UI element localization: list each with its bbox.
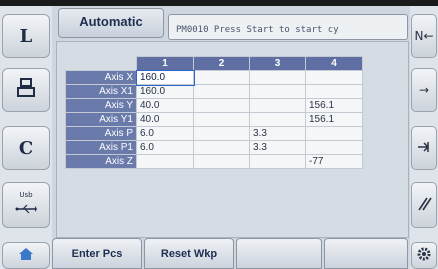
cell-axis-p1-1[interactable]: 6.0 xyxy=(136,140,194,155)
cell-axis-z-1[interactable] xyxy=(136,154,194,169)
cell-axis-x1-4[interactable] xyxy=(305,84,363,99)
axis-table: 1 2 3 4 Axis X 160.0 Axis X1 160.0 Axis … xyxy=(65,56,363,169)
cell-axis-p-1[interactable]: 6.0 xyxy=(136,126,194,141)
gear-icon xyxy=(416,246,432,265)
column-header-1: 1 xyxy=(136,56,194,71)
column-header-2: 2 xyxy=(193,56,250,71)
stripes-button[interactable] xyxy=(411,182,437,228)
workpiece-button[interactable] xyxy=(2,68,50,112)
cell-axis-x-4[interactable] xyxy=(305,70,363,85)
cell-axis-z-3[interactable] xyxy=(249,154,306,169)
softkey-3-button[interactable] xyxy=(236,238,322,269)
cell-axis-x-3[interactable] xyxy=(249,70,306,85)
arrow-branch-icon xyxy=(416,139,432,158)
cell-axis-x1-1[interactable]: 160.0 xyxy=(136,84,194,99)
cell-axis-p1-4[interactable] xyxy=(305,140,363,155)
home-button[interactable] xyxy=(2,242,50,269)
cell-axis-y1-1[interactable]: 40.0 xyxy=(136,112,194,127)
right-toolbar: N← → xyxy=(410,6,438,269)
enter-pcs-button[interactable]: Enter Pcs xyxy=(52,238,142,269)
cell-axis-p1-3[interactable]: 3.3 xyxy=(249,140,306,155)
cell-axis-x-1[interactable]: 160.0 xyxy=(135,69,195,86)
cell-axis-y1-2[interactable] xyxy=(193,112,250,127)
cell-axis-p-4[interactable] xyxy=(305,126,363,141)
n-arrow-label: N← xyxy=(414,29,434,43)
usb-button[interactable]: Usb xyxy=(2,182,50,228)
right-arrow-button[interactable]: → xyxy=(411,68,437,112)
right-arrow-label: → xyxy=(418,83,430,97)
cell-axis-z-4[interactable]: -77 xyxy=(305,154,363,169)
n-arrow-button[interactable]: N← xyxy=(411,14,437,58)
cell-axis-x-2[interactable] xyxy=(193,70,250,85)
mode-indicator: Automatic xyxy=(58,8,164,38)
cell-axis-x1-2[interactable] xyxy=(193,84,250,99)
cell-axis-x1-3[interactable] xyxy=(249,84,306,99)
column-header-3: 3 xyxy=(249,56,306,71)
left-toolbar: L C Usb xyxy=(0,6,52,269)
softkey-4-button[interactable] xyxy=(324,238,408,269)
table-row: Axis X1 160.0 xyxy=(65,84,363,99)
table-row: Axis X 160.0 xyxy=(65,69,363,86)
l-button[interactable]: L xyxy=(2,14,50,58)
row-label-axis-p1: Axis P1 xyxy=(65,140,137,155)
top-bezel xyxy=(0,0,438,6)
cell-axis-p1-2[interactable] xyxy=(193,140,250,155)
table-row: Axis P1 6.0 3.3 xyxy=(65,140,363,155)
hmi-screen: L C Usb Automatic PM0010 Press Start to … xyxy=(0,0,438,269)
cell-axis-y1-4[interactable]: 156.1 xyxy=(305,112,363,127)
cell-axis-p-2[interactable] xyxy=(193,126,250,141)
row-label-axis-y: Axis Y xyxy=(65,98,137,113)
cell-axis-y-4[interactable]: 156.1 xyxy=(305,98,363,113)
l-label: L xyxy=(19,25,33,47)
message-line: PM0010 Press Start to start cy xyxy=(168,14,408,40)
table-row: Axis P 6.0 3.3 xyxy=(65,126,363,141)
table-header-row: 1 2 3 4 xyxy=(66,56,363,71)
home-icon xyxy=(18,245,34,266)
mode-label: Automatic xyxy=(79,14,143,29)
row-label-axis-x: Axis X xyxy=(65,70,137,85)
usb-icon xyxy=(15,199,37,220)
cell-axis-y-2[interactable] xyxy=(193,98,250,113)
c-button[interactable]: C xyxy=(2,126,50,170)
table-row: Axis Y1 40.0 156.1 xyxy=(65,112,363,127)
cell-axis-y-3[interactable] xyxy=(249,98,306,113)
table-row: Axis Y 40.0 156.1 xyxy=(65,98,363,113)
row-label-axis-x1: Axis X1 xyxy=(65,84,137,99)
usb-label: Usb xyxy=(19,190,33,199)
row-label-axis-p: Axis P xyxy=(65,126,137,141)
arrow-branch-button[interactable] xyxy=(411,126,437,170)
cell-axis-p-3[interactable]: 3.3 xyxy=(249,126,306,141)
cell-axis-z-2[interactable] xyxy=(193,154,250,169)
reset-wkp-label: Reset Wkp xyxy=(160,247,218,260)
column-header-4: 4 xyxy=(305,56,363,71)
cell-axis-y-1[interactable]: 40.0 xyxy=(136,98,194,113)
workpiece-icon xyxy=(16,77,36,104)
row-label-axis-z: Axis Z xyxy=(65,154,137,169)
reset-wkp-button[interactable]: Reset Wkp xyxy=(144,238,234,269)
stripes-icon xyxy=(416,196,432,215)
c-label: C xyxy=(18,137,34,159)
row-label-axis-y1: Axis Y1 xyxy=(65,112,137,127)
table-corner xyxy=(66,57,137,71)
table-row: Axis Z -77 xyxy=(65,154,363,169)
cell-axis-y1-3[interactable] xyxy=(249,112,306,127)
settings-button[interactable] xyxy=(411,242,437,269)
enter-pcs-label: Enter Pcs xyxy=(71,247,123,260)
